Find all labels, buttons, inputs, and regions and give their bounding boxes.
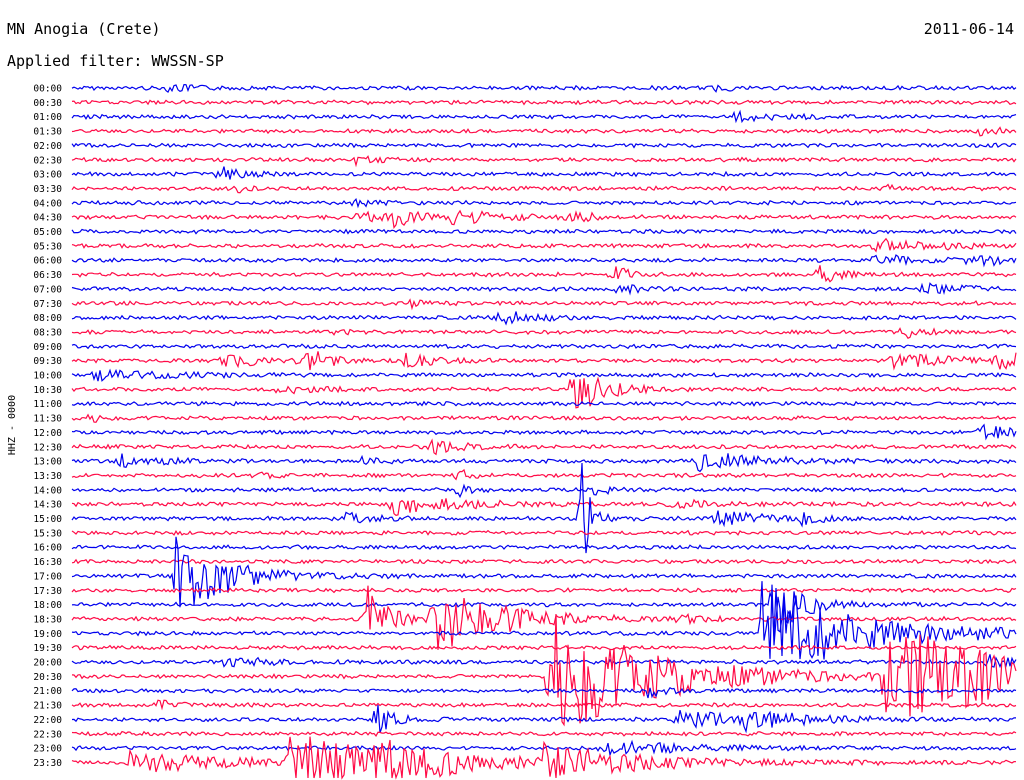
trace-lines [71, 83, 1017, 780]
tick-label: 13:30 [33, 471, 62, 482]
trace-line [71, 654, 1017, 669]
trace-line [71, 558, 1017, 565]
tick-label: 06:00 [33, 256, 62, 267]
trace-line [71, 209, 1017, 229]
tick-label: 07:30 [33, 299, 62, 310]
tick-label: 07:00 [33, 284, 62, 295]
trace-line [71, 311, 1017, 326]
trace-line [71, 197, 1017, 209]
trace-line [71, 166, 1017, 180]
tick-label: 02:00 [33, 141, 62, 152]
tick-label: 10:00 [33, 371, 62, 382]
tick-label: 16:00 [33, 543, 62, 554]
tick-label: 03:00 [33, 170, 62, 181]
tick-label: 21:30 [33, 701, 62, 712]
trace-line [71, 343, 1017, 350]
tick-label: 05:00 [33, 227, 62, 238]
tick-label: 20:30 [33, 672, 62, 683]
tick-label: 18:00 [33, 600, 62, 611]
trace-line [71, 544, 1017, 551]
tick-label: 09:00 [33, 342, 62, 353]
tick-label: 15:00 [33, 514, 62, 525]
trace-line [71, 298, 1017, 311]
tick-label: 11:30 [33, 414, 62, 425]
trace-line [71, 327, 1017, 339]
tick-label: 12:30 [33, 442, 62, 453]
trace-line [71, 483, 1017, 499]
tick-label: 01:00 [33, 112, 62, 123]
tick-label: 13:00 [33, 457, 62, 468]
tick-label: 12:00 [33, 428, 62, 439]
trace-line [71, 453, 1017, 473]
trace-line [71, 498, 1017, 516]
trace-line [71, 155, 1017, 168]
trace-line [71, 468, 1017, 481]
tick-label: 00:00 [33, 84, 62, 95]
tick-label: 16:30 [33, 557, 62, 568]
tick-label: 18:30 [33, 614, 62, 625]
trace-line [71, 228, 1017, 235]
tick-label: 09:30 [33, 356, 62, 367]
trace-line [71, 400, 1016, 407]
tick-label: 23:30 [33, 758, 62, 769]
tick-label: 19:30 [33, 643, 62, 654]
trace-line [71, 699, 1017, 711]
tick-label: 11:00 [33, 399, 62, 410]
tick-label: 04:00 [33, 198, 62, 209]
trace-line [71, 704, 1017, 734]
trace-line [71, 730, 1017, 737]
trace-line [71, 613, 1017, 727]
tick-label: 15:30 [33, 528, 62, 539]
tick-label: 17:00 [33, 571, 62, 582]
seismogram-chart: HHZ - 0000 00:00 00:30 01:00 01:30 02:00 02:3… [7, 83, 1017, 780]
trace-line [71, 438, 1017, 456]
tick-label: 20:00 [33, 658, 62, 669]
tick-label: 14:00 [33, 485, 62, 496]
trace-line [71, 83, 1017, 94]
trace-line [71, 282, 1017, 296]
trace-line [71, 254, 1017, 268]
trace-line [71, 413, 1017, 423]
tick-label: 08:00 [33, 313, 62, 324]
time-tick-labels: 00:00 00:30 01:00 01:30 02:00 02:30 03:00 03:30… [33, 84, 62, 769]
trace-line [71, 423, 1017, 441]
trace-line [71, 109, 1017, 124]
trace-line [71, 687, 1017, 699]
trace-line [71, 99, 1017, 106]
trace-line [71, 142, 1017, 149]
trace-line [71, 237, 1017, 253]
tick-label: 21:00 [33, 686, 62, 697]
y-axis-label: HHZ - 0000 [7, 395, 18, 455]
tick-label: 06:30 [33, 270, 62, 281]
trace-line [71, 529, 1017, 537]
trace-line [71, 351, 1017, 371]
tick-label: 03:30 [33, 184, 62, 195]
tick-label: 14:30 [33, 500, 62, 511]
trace-line [71, 368, 1017, 382]
tick-label: 17:30 [33, 586, 62, 597]
trace-line [71, 126, 1017, 137]
trace-line [71, 183, 1017, 194]
tick-label: 22:00 [33, 715, 62, 726]
tick-label: 19:00 [33, 629, 62, 640]
tick-label: 02:30 [33, 155, 62, 166]
tick-label: 05:30 [33, 241, 62, 252]
tick-label: 23:00 [33, 744, 62, 755]
tick-label: 04:30 [33, 213, 62, 224]
tick-label: 08:30 [33, 327, 62, 338]
trace-line [71, 265, 1017, 283]
trace-line [71, 736, 1017, 780]
tick-label: 22:30 [33, 729, 62, 740]
tick-label: 01:30 [33, 127, 62, 138]
tick-label: 00:30 [33, 98, 62, 109]
tick-label: 10:30 [33, 385, 62, 396]
